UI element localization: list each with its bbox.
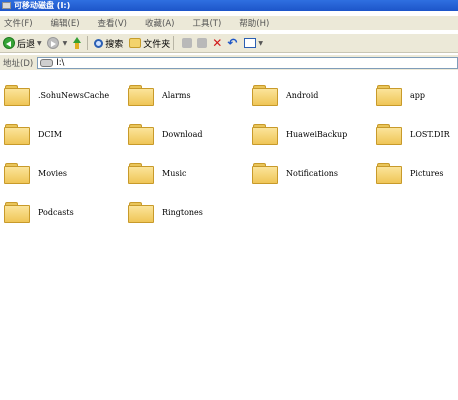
folder-item[interactable]: Podcasts <box>4 197 74 227</box>
folder-label: .SohuNewsCache <box>38 90 110 100</box>
menu-help[interactable]: 帮助(H) <box>239 17 269 29</box>
search-label: 搜索 <box>105 39 124 50</box>
menu-tools[interactable]: 工具(T) <box>192 17 221 29</box>
back-arrow-icon <box>3 37 15 49</box>
forward-button[interactable] <box>46 37 61 49</box>
menu-favorites[interactable]: 收藏(A) <box>145 17 174 29</box>
folder-icon <box>4 84 30 106</box>
back-button[interactable]: 后退 <box>3 37 35 50</box>
removable-drive-icon <box>40 58 54 67</box>
toolbar-separator <box>87 36 89 50</box>
folder-label: Alarms <box>162 90 191 100</box>
delete-icon[interactable]: ✕ <box>212 37 222 49</box>
address-value: I:\ <box>56 57 65 68</box>
folder-item[interactable]: Music <box>128 158 187 188</box>
folder-item[interactable]: Android <box>252 80 318 110</box>
folder-label: Android <box>286 90 319 100</box>
menu-file[interactable]: 文件(F) <box>4 17 33 29</box>
folder-item[interactable]: Ringtones <box>128 197 203 227</box>
undo-icon[interactable]: ↶ <box>227 37 237 49</box>
folder-label: Ringtones <box>162 207 203 217</box>
folders-icon <box>129 38 142 48</box>
address-input[interactable]: I:\ <box>37 56 458 69</box>
folder-item[interactable]: .SohuNewsCache <box>4 80 109 110</box>
folder-icon <box>128 84 154 106</box>
menu-bar: 文件(F) 编辑(E) 查看(V) 收藏(A) 工具(T) 帮助(H) <box>0 16 458 30</box>
folder-item[interactable]: Pictures <box>376 158 443 188</box>
menu-view[interactable]: 查看(V) <box>98 17 127 29</box>
back-label: 后退 <box>17 39 36 50</box>
menu-edit[interactable]: 编辑(E) <box>51 17 80 29</box>
folder-label: Podcasts <box>38 207 74 217</box>
search-icon <box>94 38 104 48</box>
search-button[interactable]: 搜索 <box>94 37 123 50</box>
folder-item[interactable]: app <box>376 80 425 110</box>
folder-icon <box>376 84 402 106</box>
folder-label: Download <box>162 129 203 139</box>
folder-item[interactable]: DCIM <box>4 119 62 149</box>
address-label: 地址(D) <box>3 58 34 69</box>
up-folder-icon <box>72 37 82 49</box>
toolbar-separator <box>173 36 175 50</box>
folder-label: LOST.DIR <box>410 129 450 139</box>
folder-item[interactable]: Notifications <box>252 158 338 188</box>
folder-icon <box>376 162 402 184</box>
title-bar: 可移动磁盘 (I:) <box>0 0 458 11</box>
views-dropdown-icon[interactable]: ▼ <box>258 40 263 47</box>
folder-label: Pictures <box>410 168 444 178</box>
folder-label: HuaweiBackup <box>286 129 348 139</box>
folder-item[interactable]: HuaweiBackup <box>252 119 347 149</box>
forward-arrow-icon <box>46 37 59 49</box>
folder-icon <box>252 123 278 145</box>
folder-icon <box>376 123 402 145</box>
address-bar: 地址(D) I:\ <box>0 55 458 70</box>
folder-icon <box>4 201 30 223</box>
folder-icon <box>252 162 278 184</box>
folder-item[interactable]: Movies <box>4 158 67 188</box>
folder-item[interactable]: Alarms <box>128 80 191 110</box>
window-title: 可移动磁盘 (I:) <box>14 1 71 10</box>
views-icon[interactable] <box>244 38 257 48</box>
up-button[interactable] <box>72 37 84 49</box>
folders-label: 文件夹 <box>143 39 171 50</box>
folder-icon <box>252 84 278 106</box>
folder-item[interactable]: LOST.DIR <box>376 119 450 149</box>
folder-item[interactable]: Download <box>128 119 203 149</box>
folder-label: Movies <box>38 168 67 178</box>
folder-icon <box>128 123 154 145</box>
folders-button[interactable]: 文件夹 <box>129 37 170 50</box>
folder-icon <box>4 162 30 184</box>
copy-to-icon[interactable] <box>197 38 208 48</box>
folder-icon <box>128 201 154 223</box>
folder-label: DCIM <box>38 129 62 139</box>
move-to-icon[interactable] <box>182 38 193 48</box>
folder-label: Notifications <box>286 168 339 178</box>
back-dropdown-icon[interactable]: ▼ <box>37 40 42 47</box>
folder-icon <box>128 162 154 184</box>
folder-label: Music <box>162 168 187 178</box>
folder-icon <box>4 123 30 145</box>
toolbar: 后退 ▼ ▼ 搜索 文件夹 ✕ ↶ ▼ <box>0 33 458 53</box>
drive-icon <box>2 2 11 9</box>
file-list: .SohuNewsCache Alarms Android app DCIM D… <box>0 70 458 400</box>
forward-dropdown-icon[interactable]: ▼ <box>63 40 68 47</box>
folder-label: app <box>410 90 426 100</box>
